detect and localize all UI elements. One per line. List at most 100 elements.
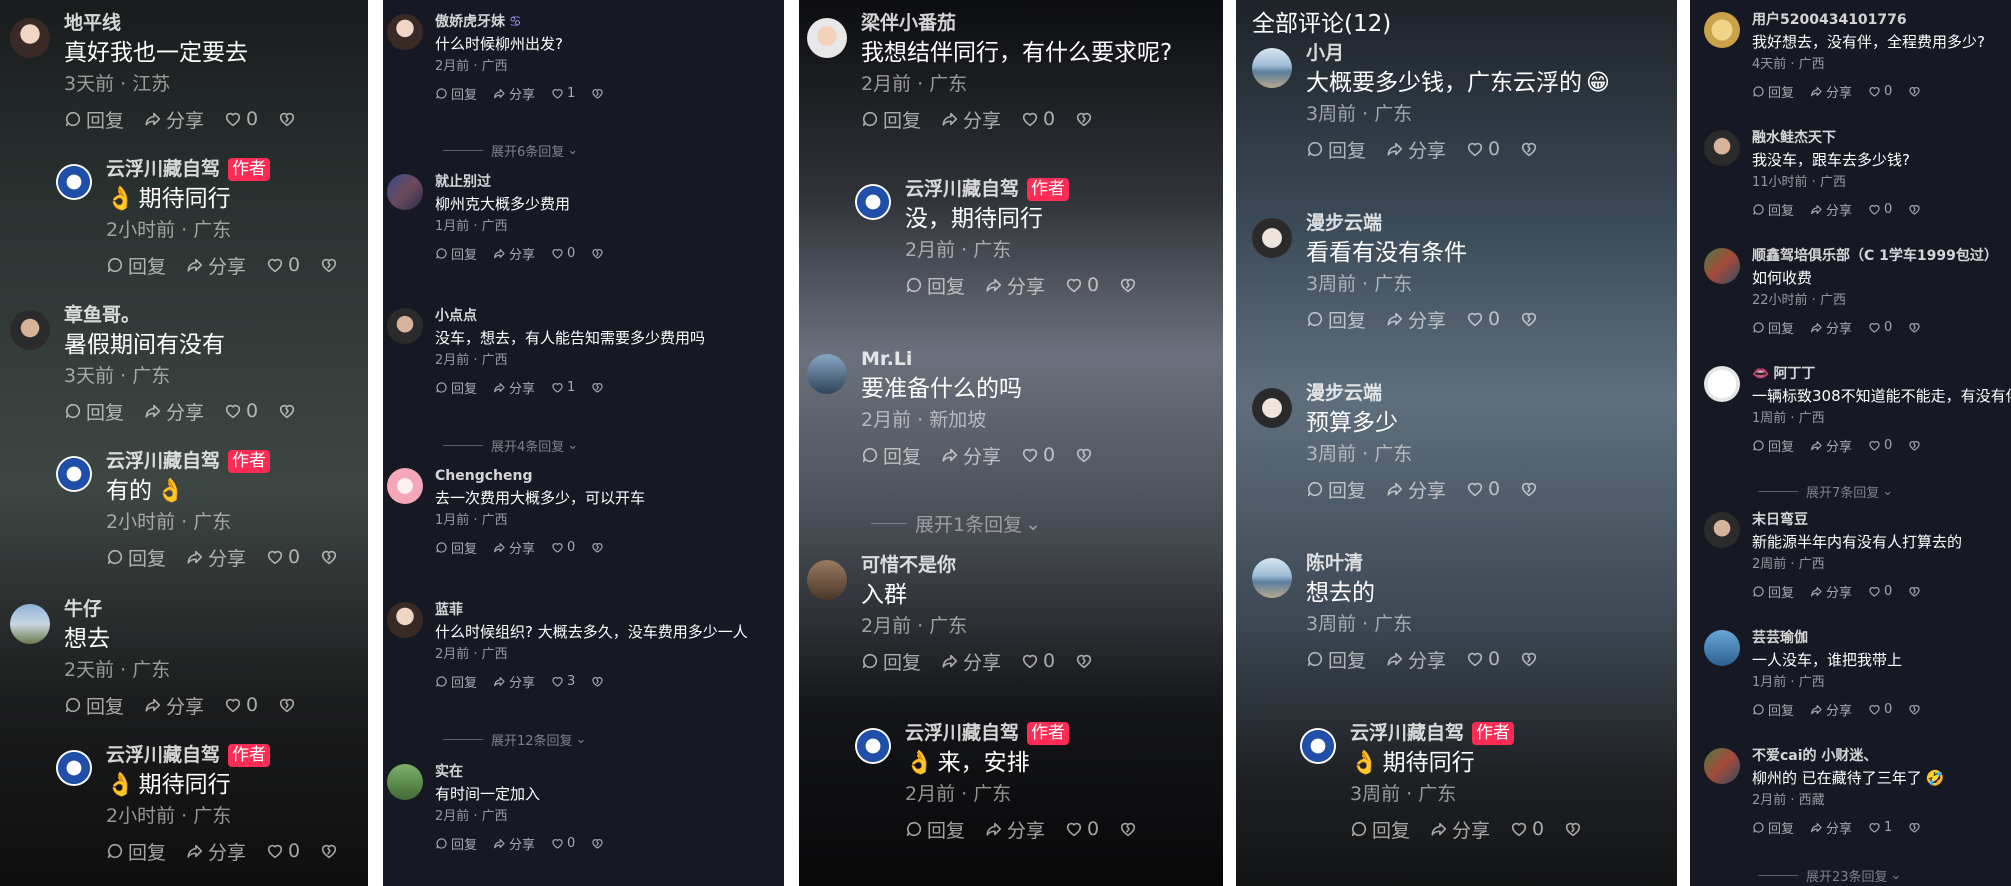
dislike-button[interactable] [1075,652,1097,670]
share-button[interactable]: 分享 [493,84,535,103]
like-button[interactable]: 1 [1868,820,1892,835]
username[interactable]: 实在 [435,762,784,782]
reply-button[interactable]: 回复 [1752,582,1794,601]
badge-logo-icon[interactable] [56,456,92,492]
reply-button[interactable]: 回复 [1350,816,1410,843]
dislike-button[interactable] [1908,203,1924,216]
avatar-face-icon[interactable] [1252,218,1292,258]
badge-logo-icon[interactable] [855,728,891,764]
like-button[interactable]: 0 [1466,308,1500,330]
reply-button[interactable]: 回复 [106,544,166,571]
dislike-button[interactable] [591,87,607,100]
dislike-button[interactable] [1908,321,1924,334]
reply-button[interactable]: 回复 [435,672,477,691]
avatar-sea-icon[interactable] [1252,558,1292,598]
dislike-button[interactable] [320,842,342,860]
username[interactable]: 漫步云端 [1306,210,1677,236]
username[interactable]: 用户5200434101776 [1752,10,2011,30]
reply-button[interactable]: 回复 [435,538,477,557]
share-button[interactable]: 分享 [1386,646,1446,673]
reply-button[interactable]: 回复 [1752,82,1794,101]
like-button[interactable]: 0 [1021,650,1055,672]
avatar-group-icon[interactable] [1704,748,1740,784]
share-button[interactable]: 分享 [1810,82,1852,101]
avatar-group-icon[interactable] [1704,248,1740,284]
username[interactable]: 章鱼哥。 [64,302,368,328]
dislike-button[interactable] [1520,480,1542,498]
like-button[interactable]: 0 [1466,648,1500,670]
username[interactable]: 漫步云端 [1306,380,1677,406]
avatar-brown-icon[interactable] [807,560,847,600]
share-button[interactable]: 分享 [1810,582,1852,601]
reply-button[interactable]: 回复 [64,692,124,719]
reply-button[interactable]: 回复 [435,84,477,103]
dislike-button[interactable] [1908,439,1924,452]
share-button[interactable]: 分享 [493,672,535,691]
like-button[interactable]: 0 [224,400,258,422]
username[interactable]: 顺鑫驾培俱乐部（C 1学车1999包过） [1752,246,2011,266]
dislike-button[interactable] [278,402,300,420]
share-button[interactable]: 分享 [1810,436,1852,455]
expand-replies-button[interactable]: 展开4条回复 ⌄ [443,436,578,455]
username[interactable]: 云浮川藏自驾 作者 [905,176,1223,202]
avatar-girl-icon[interactable] [387,602,423,638]
like-button[interactable]: 0 [551,540,575,555]
dislike-button[interactable] [1564,820,1586,838]
avatar-crowd-icon[interactable] [387,174,423,210]
reply-button[interactable]: 回复 [106,838,166,865]
username[interactable]: 👄 阿丁丁 [1752,364,2011,384]
share-button[interactable]: 分享 [186,838,246,865]
share-button[interactable]: 分享 [1810,818,1852,837]
username[interactable]: 融水鲑杰天下 [1752,128,2011,148]
reply-button[interactable]: 回复 [861,442,921,469]
expand-replies-button[interactable]: 展开7条回复 ⌄ [1758,482,1893,501]
reply-button[interactable]: 回复 [1752,436,1794,455]
like-button[interactable]: 0 [224,108,258,130]
reply-button[interactable]: 回复 [435,378,477,397]
share-button[interactable]: 分享 [985,272,1045,299]
share-button[interactable]: 分享 [186,252,246,279]
username[interactable]: 陈叶清 [1306,550,1677,576]
avatar-child-icon[interactable] [807,18,847,58]
like-button[interactable]: 0 [1868,438,1892,453]
username[interactable]: 小点点 [435,306,784,326]
like-button[interactable]: 0 [1868,202,1892,217]
like-button[interactable]: 3 [551,674,575,689]
username[interactable]: 云浮川藏自驾 作者 [1350,720,1677,746]
username[interactable]: 就止别过 [435,172,784,192]
like-button[interactable]: 0 [551,246,575,261]
username[interactable]: 地平线 [64,10,368,36]
like-button[interactable]: 0 [1065,274,1099,296]
badge-logo-icon[interactable] [1300,728,1336,764]
username[interactable]: Chengcheng [435,466,784,486]
avatar-man-icon[interactable] [1704,512,1740,548]
share-button[interactable]: 分享 [941,442,1001,469]
expand-replies-button[interactable]: 展开23条回复 ⌄ [1758,866,1901,885]
avatar-sea-icon[interactable] [1252,48,1292,88]
like-button[interactable]: 1 [551,380,575,395]
dislike-button[interactable] [1908,85,1924,98]
dislike-button[interactable] [591,541,607,554]
dislike-button[interactable] [1075,446,1097,464]
dislike-button[interactable] [1520,310,1542,328]
dislike-button[interactable] [320,256,342,274]
share-button[interactable]: 分享 [1430,816,1490,843]
reply-button[interactable]: 回复 [64,398,124,425]
dislike-button[interactable] [1119,820,1141,838]
avatar-man-icon[interactable] [387,308,423,344]
username[interactable]: Mr.Li [861,346,1223,372]
avatar-blue-icon[interactable] [1704,630,1740,666]
username[interactable]: 小月 [1306,40,1677,66]
reply-button[interactable]: 回复 [1306,306,1366,333]
avatar-girl-icon[interactable] [387,14,423,50]
badge-logo-icon[interactable] [56,164,92,200]
dislike-button[interactable] [591,837,607,850]
username[interactable]: 末日弯豆 [1752,510,2011,530]
reply-button[interactable]: 回复 [435,244,477,263]
like-button[interactable]: 0 [1510,818,1544,840]
dislike-button[interactable] [591,381,607,394]
avatar-green-icon[interactable] [387,764,423,800]
share-button[interactable]: 分享 [941,106,1001,133]
username[interactable]: 芸芸瑜伽 [1752,628,2011,648]
like-button[interactable]: 0 [551,836,575,851]
